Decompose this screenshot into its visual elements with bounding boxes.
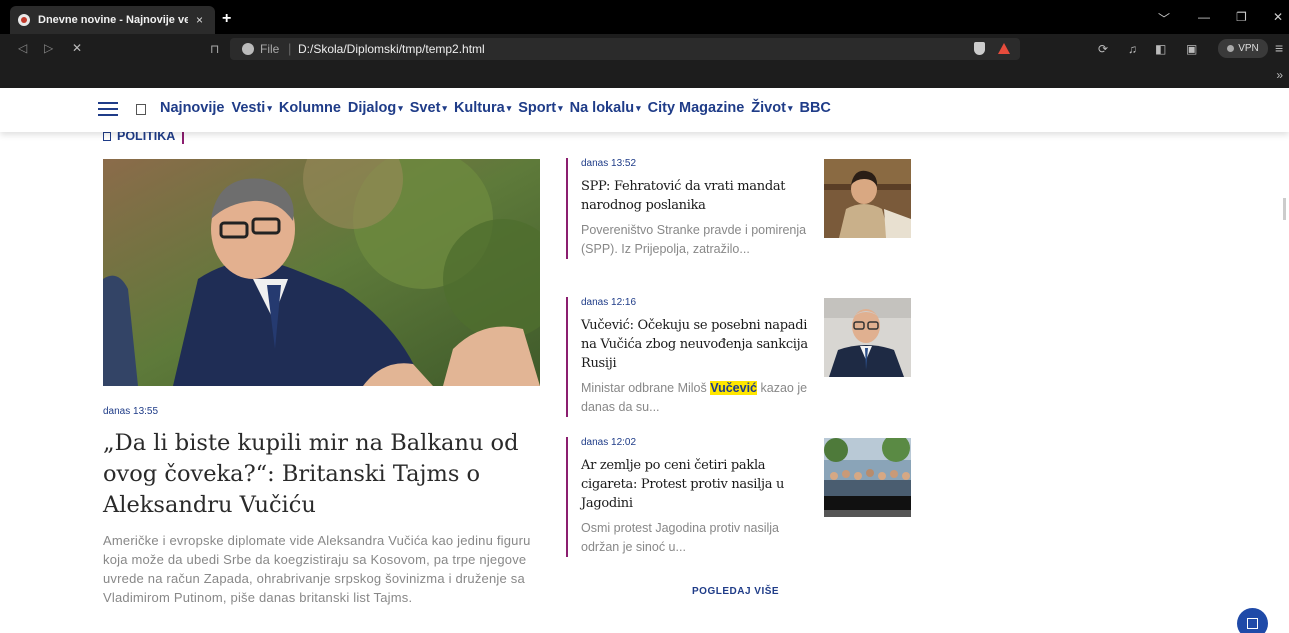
side-article[interactable]: danas 12:02 Ar zemlje po ceni četiri pak… xyxy=(566,437,911,557)
nav-item-sport[interactable]: Sport ▾ xyxy=(518,100,562,116)
browser-tab-bar: Dnevne novine - Najnovije vesti - × + ﹀ … xyxy=(0,0,1289,34)
main-article-title[interactable]: „Da li biste kupili mir na Balkanu od ov… xyxy=(103,428,543,521)
nav-item-svet[interactable]: Svet ▾ xyxy=(410,100,447,116)
nav-item-city-magazine[interactable]: City Magazine xyxy=(648,100,745,116)
forward-icon[interactable]: ▷ xyxy=(44,41,53,55)
vpn-status-icon xyxy=(1227,45,1235,52)
search-highlight: Vučević xyxy=(710,381,758,395)
floating-action-button[interactable] xyxy=(1237,608,1268,633)
back-icon[interactable]: ◁ xyxy=(18,41,27,55)
nav-item-label: Najnovije xyxy=(160,100,225,116)
wallet-icon[interactable]: ▣ xyxy=(1186,42,1197,56)
url-text: D:/Skola/Diplomski/tmp/temp2.html xyxy=(298,42,485,56)
nav-item-vesti[interactable]: Vesti ▾ xyxy=(231,100,271,116)
logo-placeholder-icon[interactable] xyxy=(136,104,146,115)
new-tab-button[interactable]: + xyxy=(222,10,231,28)
nav-item-zivot[interactable]: Život ▾ xyxy=(751,100,792,116)
excerpt-text: Ministar odbrane Miloš xyxy=(581,381,711,395)
info-icon[interactable] xyxy=(242,43,254,55)
nav-item-label: Vesti xyxy=(231,100,266,116)
nav-item-najnovije[interactable]: Najnovije xyxy=(160,100,224,116)
nav-item-bbc[interactable]: BBC xyxy=(799,100,830,116)
main-article-excerpt: Američke i evropske diplomate vide Aleks… xyxy=(103,533,531,605)
window-close-icon[interactable]: ✕ xyxy=(1273,10,1283,24)
side-article-title[interactable]: Vučević: Očekuju se posebni napadi na Vu… xyxy=(581,316,809,373)
nav-item-label: Kultura xyxy=(453,100,505,116)
nav-item-kolumne[interactable]: Kolumne xyxy=(279,100,341,116)
side-article-excerpt: Osmi protest Jagodina protiv nasilja odr… xyxy=(581,521,780,554)
caret-down-icon: ▾ xyxy=(442,102,447,113)
side-article-thumbnail[interactable] xyxy=(824,159,911,238)
browser-menu-icon[interactable]: ≡ xyxy=(1275,40,1283,56)
side-article-thumbnail[interactable] xyxy=(824,298,911,377)
nav-menu: Najnovije Vesti ▾ Kolumne Dijalog ▾ Svet ▾ … xyxy=(160,100,838,116)
minimize-icon[interactable]: — xyxy=(1198,10,1210,24)
tab-close-icon[interactable]: × xyxy=(196,13,203,27)
url-input[interactable]: File | D:/Skola/Diplomski/tmp/temp2.html xyxy=(230,38,1020,60)
caret-down-icon: ▾ xyxy=(267,102,272,113)
url-scheme-label: File xyxy=(260,42,280,56)
address-bar-row: ◁ ▷ ✕ ⊓ File | D:/Skola/Diplomski/tmp/te… xyxy=(0,34,1289,64)
rewards-triangle-icon[interactable] xyxy=(998,43,1010,54)
side-article[interactable]: danas 13:52 SPP: Fehratović da vrati man… xyxy=(566,158,911,259)
see-more-link[interactable]: POGLEDAJ VIŠE xyxy=(692,586,779,597)
nav-item-label: Na lokalu xyxy=(569,100,635,116)
caret-down-icon: ▾ xyxy=(558,102,563,113)
vpn-button[interactable]: VPN xyxy=(1218,39,1268,58)
shield-icon[interactable] xyxy=(974,42,985,55)
caret-down-icon: ▾ xyxy=(506,102,512,113)
nav-item-na-lokalu[interactable]: Na lokalu ▾ xyxy=(570,100,641,116)
nav-item-label: Sport xyxy=(518,100,557,116)
nav-item-label: Svet xyxy=(409,100,441,116)
caret-down-icon: ▾ xyxy=(636,102,641,113)
bookmark-icon[interactable]: ⊓ xyxy=(210,42,219,56)
more-bookmarks-icon[interactable]: » xyxy=(1276,68,1283,82)
nav-item-dijalog[interactable]: Dijalog ▾ xyxy=(348,100,403,116)
main-article-photo[interactable] xyxy=(103,159,540,386)
browser-tab[interactable]: Dnevne novine - Najnovije vesti - × xyxy=(10,6,215,34)
nav-item-kultura[interactable]: Kultura ▾ xyxy=(454,100,511,116)
side-article-title[interactable]: SPP: Fehratović da vrati mandat narodnog… xyxy=(581,177,809,215)
caret-down-icon: ▾ xyxy=(398,102,403,113)
nav-item-label: Život xyxy=(751,100,786,116)
main-article-time: danas 13:55 xyxy=(103,406,159,417)
hamburger-menu-icon[interactable] xyxy=(98,102,118,116)
site-navbar: Najnovije Vesti ▾ Kolumne Dijalog ▾ Svet ▾ … xyxy=(0,88,1289,132)
caret-down-icon: ▾ xyxy=(787,102,793,113)
extensions-icon[interactable]: ⟳ xyxy=(1098,42,1108,56)
nav-item-label: City Magazine xyxy=(647,100,745,116)
side-article[interactable]: danas 12:16 Vučević: Očekuju se posebni … xyxy=(566,297,911,417)
side-article-excerpt: Ministar odbrane Miloš Vučević kazao je … xyxy=(581,379,809,417)
tab-title: Dnevne novine - Najnovije vesti - xyxy=(38,14,188,26)
bookmarks-bar: » xyxy=(0,64,1289,88)
sidebar-icon[interactable]: ◧ xyxy=(1155,42,1166,56)
scrollbar-thumb[interactable] xyxy=(1283,198,1286,220)
url-separator: | xyxy=(288,41,292,56)
nav-item-label: Kolumne xyxy=(278,100,341,116)
stop-icon[interactable]: ✕ xyxy=(72,41,82,55)
side-article-excerpt: Povereništvo Stranke pravde i pomirenja … xyxy=(581,223,807,256)
section-icon xyxy=(103,131,111,141)
media-icon[interactable]: ♫ xyxy=(1128,42,1137,56)
vpn-label: VPN xyxy=(1238,43,1259,54)
side-article-title[interactable]: Ar zemlje po ceni četiri pakla cigareta:… xyxy=(581,456,809,513)
tab-list-icon[interactable]: ﹀ xyxy=(1158,10,1170,27)
side-article-thumbnail[interactable] xyxy=(824,438,911,517)
maximize-icon[interactable]: ❐ xyxy=(1236,10,1247,24)
nav-item-label: Dijalog xyxy=(347,100,397,116)
nav-item-label: BBC xyxy=(799,100,831,116)
site-favicon-icon xyxy=(18,14,30,26)
